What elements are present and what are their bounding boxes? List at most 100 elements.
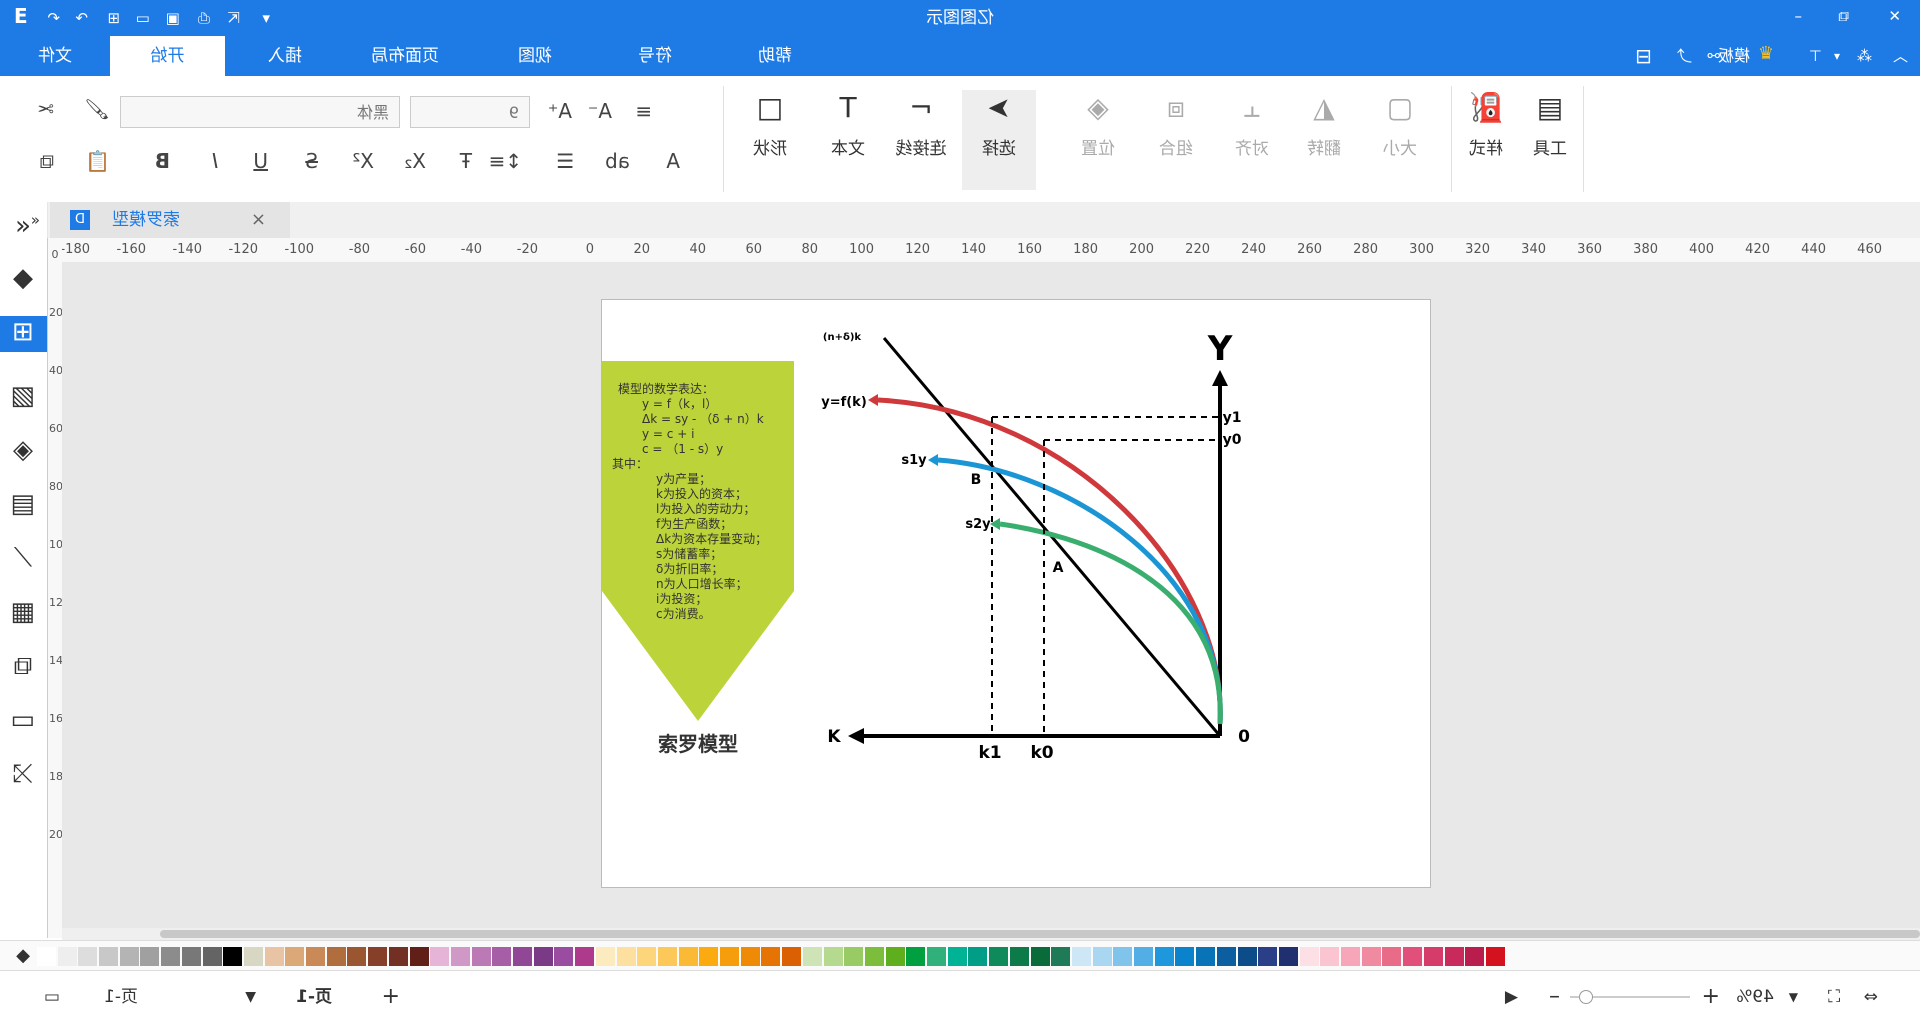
comment-icon[interactable]: ⊟ bbox=[1635, 44, 1652, 68]
page-icon[interactable]: ▤ bbox=[7, 488, 39, 520]
chevron-down-icon[interactable]: ▾ bbox=[262, 8, 270, 28]
close-button[interactable]: ✕ bbox=[1888, 6, 1901, 26]
color-swatch[interactable] bbox=[1361, 947, 1381, 966]
color-swatch[interactable] bbox=[1196, 947, 1216, 966]
layers-icon[interactable]: ◈ bbox=[7, 434, 39, 466]
add-page-button[interactable]: + bbox=[382, 971, 400, 1023]
fill-bucket-icon[interactable]: ◆ bbox=[16, 945, 30, 966]
color-swatch[interactable] bbox=[181, 947, 201, 966]
print-icon[interactable]: ⎙ bbox=[198, 8, 210, 28]
color-swatch[interactable] bbox=[57, 947, 77, 966]
color-swatch[interactable] bbox=[99, 947, 119, 966]
fit-width-icon[interactable]: ⇔ bbox=[1864, 971, 1878, 1023]
italic-button[interactable]: I bbox=[212, 148, 218, 174]
play-icon[interactable]: ◀ bbox=[1505, 971, 1518, 1023]
color-swatch[interactable] bbox=[119, 947, 139, 966]
color-swatch[interactable] bbox=[1258, 947, 1278, 966]
minimize-button[interactable]: – bbox=[1795, 6, 1803, 26]
fit-page-icon[interactable]: ⛶ bbox=[1828, 971, 1840, 1023]
color-swatch[interactable] bbox=[368, 947, 388, 966]
color-swatch[interactable] bbox=[1423, 947, 1443, 966]
vip-label[interactable]: 模板 bbox=[1718, 46, 1750, 66]
chart-icon[interactable]: ⟋ bbox=[7, 542, 39, 574]
chevron-down-icon[interactable]: ▼ bbox=[245, 971, 256, 1023]
color-swatch[interactable] bbox=[823, 947, 843, 966]
color-swatch[interactable] bbox=[844, 947, 864, 966]
copy-icon[interactable]: ⧉ bbox=[40, 148, 54, 174]
page-view-icon[interactable]: ▭ bbox=[44, 971, 60, 1023]
shape-tool[interactable]: □ 形状 bbox=[738, 90, 802, 159]
chevron-up-icon[interactable]: ︿ bbox=[1893, 46, 1908, 66]
strikethrough-button[interactable]: S bbox=[305, 148, 318, 174]
color-swatch[interactable] bbox=[409, 947, 429, 966]
style-tool[interactable]: ⛽ 样式 bbox=[1454, 90, 1518, 159]
text-case-icon[interactable]: ab bbox=[605, 148, 630, 174]
chevron-down-icon[interactable]: ▾ bbox=[1834, 46, 1840, 66]
color-swatch[interactable] bbox=[1299, 947, 1319, 966]
color-swatch[interactable] bbox=[678, 947, 698, 966]
color-swatch[interactable] bbox=[968, 947, 988, 966]
color-swatch[interactable] bbox=[699, 947, 719, 966]
color-swatch[interactable] bbox=[1320, 947, 1340, 966]
document-tab[interactable]: D 索罗模型 × bbox=[50, 202, 290, 238]
superscript-button[interactable]: X² bbox=[352, 148, 374, 174]
color-swatch[interactable] bbox=[720, 947, 740, 966]
horizontal-scrollbar[interactable] bbox=[62, 928, 1920, 940]
apps-icon[interactable]: ⁂ bbox=[1857, 46, 1872, 66]
shirt-icon[interactable]: ⊤ bbox=[1809, 46, 1822, 66]
color-swatch[interactable] bbox=[989, 947, 1009, 966]
color-swatch[interactable] bbox=[616, 947, 636, 966]
color-swatch[interactable] bbox=[244, 947, 263, 966]
color-swatch[interactable] bbox=[471, 947, 491, 966]
zoom-slider-handle[interactable] bbox=[1579, 990, 1593, 1004]
font-grow-icon[interactable]: A⁺ bbox=[548, 98, 572, 124]
color-swatch[interactable] bbox=[513, 947, 533, 966]
share-icon[interactable]: ⤴ bbox=[1677, 46, 1692, 66]
color-swatch[interactable] bbox=[865, 947, 884, 966]
color-swatch[interactable] bbox=[388, 947, 408, 966]
color-swatch[interactable] bbox=[927, 947, 947, 966]
connector-tool[interactable]: ⌐ 连接线 bbox=[886, 90, 956, 159]
tab-insert[interactable]: 插入 bbox=[245, 36, 325, 76]
group-tool[interactable]: ⧈ 组合 bbox=[1144, 90, 1208, 159]
color-swatch[interactable] bbox=[1216, 947, 1236, 966]
format-painter-icon[interactable]: 🖌 bbox=[85, 96, 110, 122]
font-color-icon[interactable]: A bbox=[666, 148, 680, 174]
line-spacing-icon[interactable]: ↕≡ bbox=[488, 148, 522, 174]
color-swatch[interactable] bbox=[761, 947, 781, 966]
color-swatch[interactable] bbox=[554, 947, 574, 966]
org-chart-icon[interactable]: ⧉ bbox=[7, 650, 39, 682]
document-tab-close-button[interactable]: × bbox=[251, 202, 266, 238]
fill-icon[interactable]: ◆ bbox=[7, 262, 39, 294]
color-swatch[interactable] bbox=[451, 947, 470, 966]
color-swatch[interactable] bbox=[885, 947, 905, 966]
tab-view[interactable]: 视图 bbox=[495, 36, 575, 76]
color-swatch[interactable] bbox=[1465, 947, 1485, 966]
color-swatch[interactable] bbox=[595, 947, 615, 966]
shuffle-icon[interactable]: ⤨ bbox=[7, 758, 39, 790]
bold-button[interactable]: B bbox=[155, 148, 170, 174]
flip-tool[interactable]: ◭ 翻转 bbox=[1292, 90, 1356, 159]
subscript-button[interactable]: X₂ bbox=[404, 148, 426, 174]
color-swatch[interactable] bbox=[264, 947, 284, 966]
text-style-icon[interactable]: Ŧ bbox=[460, 148, 472, 174]
color-swatch[interactable] bbox=[1444, 947, 1464, 966]
color-swatch[interactable] bbox=[1030, 947, 1050, 966]
color-swatch[interactable] bbox=[1403, 947, 1423, 966]
color-swatch[interactable] bbox=[430, 947, 450, 966]
zoom-in-button[interactable]: + bbox=[1702, 971, 1720, 1023]
image-icon[interactable]: ▨ bbox=[7, 380, 39, 412]
color-swatch[interactable] bbox=[947, 947, 967, 966]
color-swatch[interactable] bbox=[306, 947, 326, 966]
color-swatch[interactable] bbox=[140, 947, 160, 966]
color-swatch[interactable] bbox=[575, 947, 595, 966]
align-tool[interactable]: ⫠ 对齐 bbox=[1220, 90, 1284, 159]
color-swatch[interactable] bbox=[161, 947, 181, 966]
color-swatch[interactable] bbox=[637, 947, 657, 966]
zoom-level[interactable]: 49% bbox=[1736, 971, 1774, 1023]
tab-help[interactable]: 帮助 bbox=[735, 36, 815, 76]
zoom-out-button[interactable]: – bbox=[1549, 971, 1560, 1023]
color-swatch[interactable] bbox=[285, 947, 305, 966]
color-swatch[interactable] bbox=[1237, 947, 1257, 966]
save-icon[interactable]: ▣ bbox=[166, 8, 180, 28]
